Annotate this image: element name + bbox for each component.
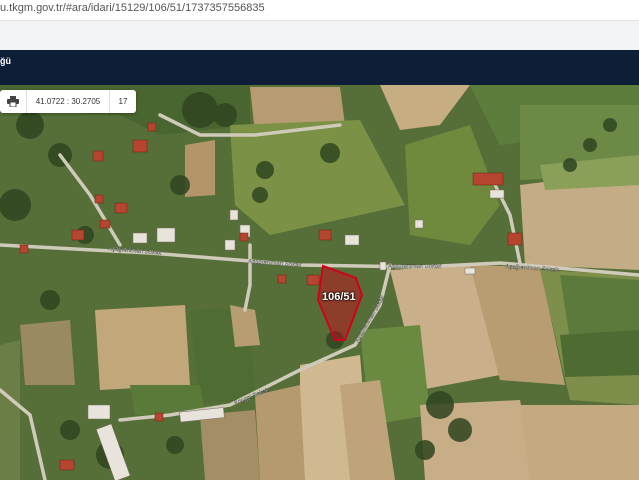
browser-address-bar[interactable]: u.tkgm.gov.tr/#ara/idari/15129/106/51/17… bbox=[0, 0, 639, 21]
street-label: Aşağıeniman Sokak bbox=[388, 264, 442, 270]
print-button[interactable] bbox=[0, 90, 27, 113]
coordinate-readout: 41.0722 : 30.2705 bbox=[27, 90, 110, 113]
map-canvas[interactable]: Aşağıeniman Sokak Aşağıeniman Sokak Aşağ… bbox=[0, 85, 639, 480]
nav-title: ğü bbox=[0, 56, 11, 66]
printer-icon bbox=[7, 96, 19, 107]
zoom-level: 17 bbox=[118, 97, 128, 106]
url-text: u.tkgm.gov.tr/#ara/idari/15129/106/51/17… bbox=[0, 2, 265, 14]
app-navbar: ğü bbox=[0, 50, 639, 85]
map-toolbar: 41.0722 : 30.2705 17 bbox=[0, 90, 136, 113]
satellite-map[interactable]: Aşağıeniman Sokak Aşağıeniman Sokak Aşağ… bbox=[0, 85, 639, 480]
parcel-label: 106/51 bbox=[322, 291, 356, 303]
header-band bbox=[0, 21, 639, 50]
